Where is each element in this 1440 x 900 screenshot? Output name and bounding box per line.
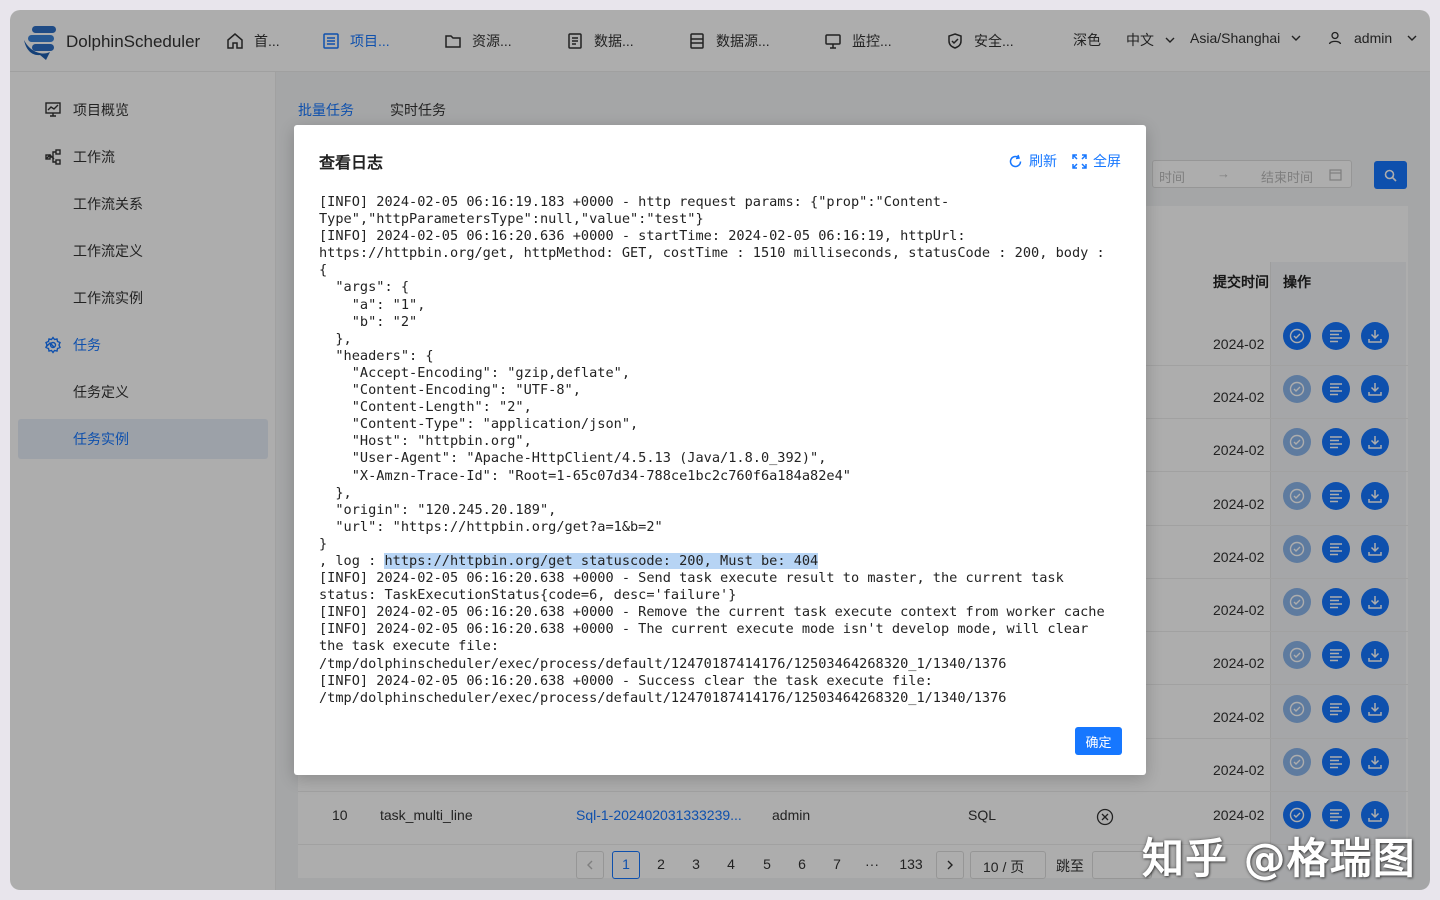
watermark-text: 知乎 @格瑞图 [1142, 834, 1416, 883]
log-text-before: [INFO] 2024-02-05 06:16:19.183 +0000 - h… [319, 194, 1105, 569]
log-selected-text: https://httpbin.org/get statuscode: 200,… [384, 552, 819, 569]
refresh-button[interactable]: 刷新 [1008, 151, 1057, 171]
fullscreen-button[interactable]: 全屏 [1072, 151, 1121, 171]
refresh-icon [1009, 154, 1022, 167]
fullscreen-label: 全屏 [1093, 153, 1121, 169]
fullscreen-icon [1072, 153, 1087, 169]
app-window: DolphinScheduler 首... 项目... 资源... 数据... … [10, 10, 1430, 890]
confirm-button[interactable]: 确定 [1075, 727, 1122, 755]
modal-title: 查看日志 [319, 155, 384, 172]
log-text-after: [INFO] 2024-02-05 06:16:20.638 +0000 - S… [319, 570, 1105, 706]
log-content[interactable]: [INFO] 2024-02-05 06:16:19.183 +0000 - h… [319, 194, 1129, 707]
refresh-label: 刷新 [1029, 153, 1057, 169]
log-modal: 查看日志 刷新 全屏 [INFO] 2024-02-05 06:16:19.18… [294, 125, 1146, 775]
